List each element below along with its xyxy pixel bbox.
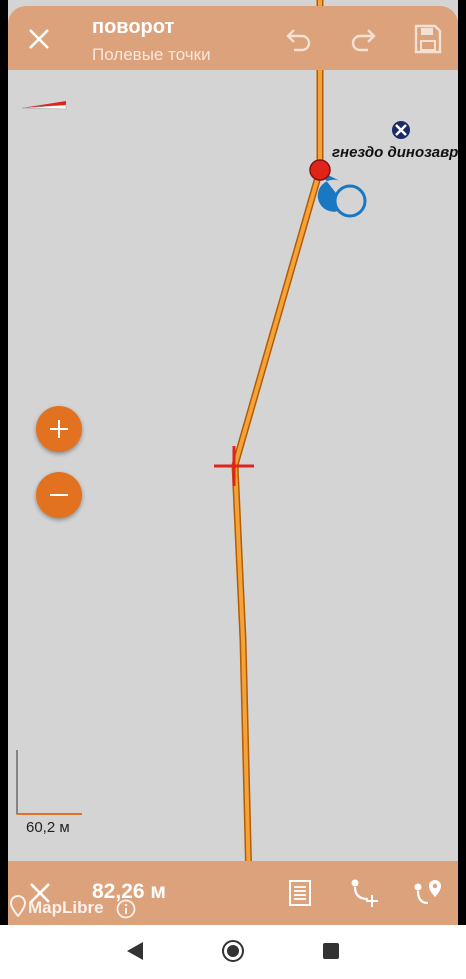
list-icon[interactable] bbox=[288, 879, 312, 907]
plus-icon bbox=[50, 420, 68, 438]
undo-icon[interactable] bbox=[284, 24, 314, 54]
compass-icon[interactable] bbox=[20, 96, 70, 116]
redo-icon[interactable] bbox=[348, 24, 378, 54]
route-to-point-icon[interactable] bbox=[412, 877, 444, 909]
map-attribution: MapLibre bbox=[28, 898, 104, 917]
minus-icon bbox=[50, 494, 68, 496]
page-title: поворот bbox=[92, 16, 175, 38]
crosshair-icon bbox=[214, 446, 254, 486]
edit-toolbar bbox=[8, 6, 458, 70]
zoom-in-button[interactable] bbox=[36, 406, 82, 452]
waypoint-symbol-icon[interactable] bbox=[390, 119, 412, 141]
save-icon[interactable] bbox=[414, 24, 442, 54]
info-icon[interactable] bbox=[116, 899, 136, 919]
zoom-out-button[interactable] bbox=[36, 472, 82, 518]
maplibre-logo-icon bbox=[10, 895, 26, 917]
recents-icon[interactable] bbox=[322, 942, 340, 960]
home-icon[interactable] bbox=[221, 939, 245, 963]
waypoint-marker-icon[interactable] bbox=[308, 158, 332, 182]
close-icon[interactable] bbox=[26, 26, 52, 52]
back-icon[interactable] bbox=[124, 939, 146, 963]
waypoint-label[interactable]: гнездо динозавр bbox=[332, 144, 458, 161]
page-subtitle: Полевые точки bbox=[92, 45, 211, 64]
scale-bar bbox=[16, 750, 82, 815]
add-route-point-icon[interactable] bbox=[348, 877, 380, 909]
scale-label: 60,2 м bbox=[26, 819, 70, 836]
